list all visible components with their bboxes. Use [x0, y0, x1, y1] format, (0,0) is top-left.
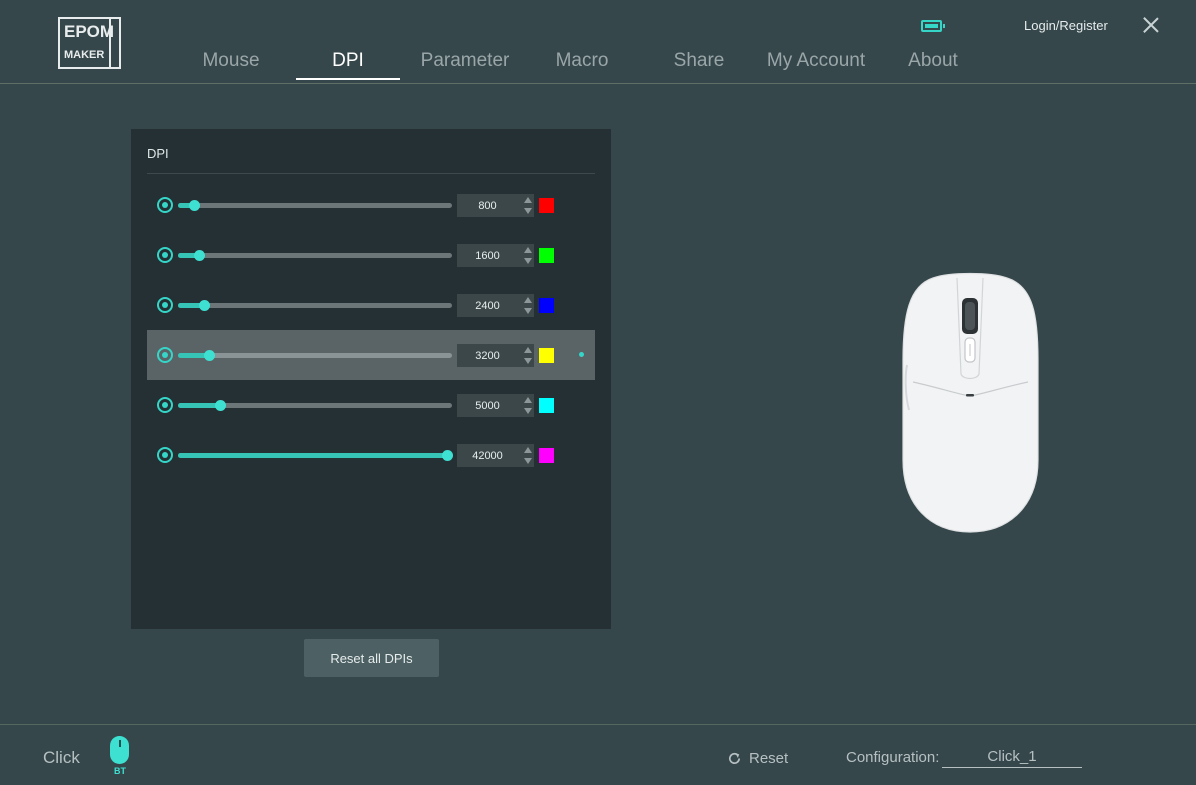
header: EPOM MAKER Mouse DPI Parameter Macro Sha… [0, 0, 1196, 84]
chevron-down-icon[interactable] [524, 308, 532, 314]
tab-mouse[interactable]: Mouse [190, 50, 272, 78]
slider-handle[interactable] [442, 450, 453, 461]
dpi-row-4 [147, 330, 595, 380]
dpi-slider[interactable] [178, 250, 452, 261]
dpi-row-2 [147, 230, 595, 280]
dpi-select-radio[interactable] [157, 347, 173, 363]
dpi-stepper[interactable] [522, 194, 534, 217]
dpi-select-radio[interactable] [157, 197, 173, 213]
configuration-label: Configuration: [846, 749, 940, 766]
login-register-link[interactable]: Login/Register [1024, 18, 1108, 33]
chevron-down-icon[interactable] [524, 258, 532, 264]
color-swatch[interactable] [539, 198, 554, 213]
color-swatch[interactable] [539, 348, 554, 363]
slider-fill [178, 403, 220, 408]
logo-text-bottom: MAKER [64, 49, 105, 61]
tab-share[interactable]: Share [660, 50, 738, 78]
dpi-row-3 [147, 280, 595, 330]
chevron-down-icon[interactable] [524, 208, 532, 214]
chevron-up-icon[interactable] [524, 347, 532, 353]
dpi-select-radio[interactable] [157, 297, 173, 313]
device-name: Click [43, 748, 80, 767]
panel-title: DPI [147, 146, 169, 161]
chevron-down-icon[interactable] [524, 408, 532, 414]
reset-all-dpis-button[interactable]: Reset all DPIs [304, 639, 439, 677]
dpi-slider[interactable] [178, 300, 452, 311]
logo-bar [109, 19, 111, 67]
dpi-panel: DPI [131, 129, 611, 629]
chevron-up-icon[interactable] [524, 397, 532, 403]
dpi-stepper[interactable] [522, 344, 534, 367]
divider [147, 173, 595, 174]
dpi-stepper[interactable] [522, 294, 534, 317]
dpi-slider[interactable] [178, 400, 452, 411]
tab-macro[interactable]: Macro [540, 50, 624, 78]
tab-dpi[interactable]: DPI [296, 50, 400, 80]
active-dpi-indicator [579, 352, 584, 357]
dpi-select-radio[interactable] [157, 247, 173, 263]
chevron-down-icon[interactable] [524, 358, 532, 364]
chevron-up-icon[interactable] [524, 297, 532, 303]
color-swatch[interactable] [539, 248, 554, 263]
logo-text-top: EPOM [64, 22, 115, 41]
dpi-select-radio[interactable] [157, 447, 173, 463]
dpi-select-radio[interactable] [157, 397, 173, 413]
reset-icon [729, 752, 741, 764]
dpi-stepper[interactable] [522, 394, 534, 417]
chevron-up-icon[interactable] [524, 447, 532, 453]
dpi-stepper[interactable] [522, 444, 534, 467]
dpi-row-5 [147, 380, 595, 430]
dpi-slider[interactable] [178, 350, 452, 361]
chevron-up-icon[interactable] [524, 197, 532, 203]
color-swatch[interactable] [539, 298, 554, 313]
color-swatch[interactable] [539, 398, 554, 413]
dpi-row-1 [147, 180, 595, 230]
slider-handle[interactable] [189, 200, 200, 211]
dpi-slider[interactable] [178, 450, 453, 461]
slider-handle[interactable] [194, 250, 205, 261]
mouse-image [902, 272, 1039, 533]
footer: Click BT Reset Configuration: Click_1 [0, 724, 1196, 785]
epomaker-logo: EPOM MAKER [58, 17, 121, 69]
dpi-stepper[interactable] [522, 244, 534, 267]
chevron-up-icon[interactable] [524, 247, 532, 253]
tab-about[interactable]: About [896, 50, 970, 78]
tab-parameter[interactable]: Parameter [412, 50, 518, 78]
slider-handle[interactable] [204, 350, 215, 361]
reset-label: Reset [749, 749, 789, 767]
battery-icon [921, 20, 945, 32]
dpi-slider[interactable] [178, 200, 452, 211]
close-icon[interactable] [1141, 15, 1161, 35]
slider-handle[interactable] [199, 300, 210, 311]
chevron-down-icon[interactable] [524, 458, 532, 464]
color-swatch[interactable] [539, 448, 554, 463]
dpi-row-6 [147, 430, 595, 480]
slider-fill [178, 453, 447, 458]
connection-mode-label: BT [114, 766, 126, 776]
reset-button[interactable]: Reset [727, 747, 788, 769]
tab-my-account[interactable]: My Account [758, 50, 874, 78]
slider-handle[interactable] [215, 400, 226, 411]
mouse-device-icon[interactable] [110, 736, 129, 764]
configuration-selector[interactable]: Click_1 [942, 748, 1082, 768]
